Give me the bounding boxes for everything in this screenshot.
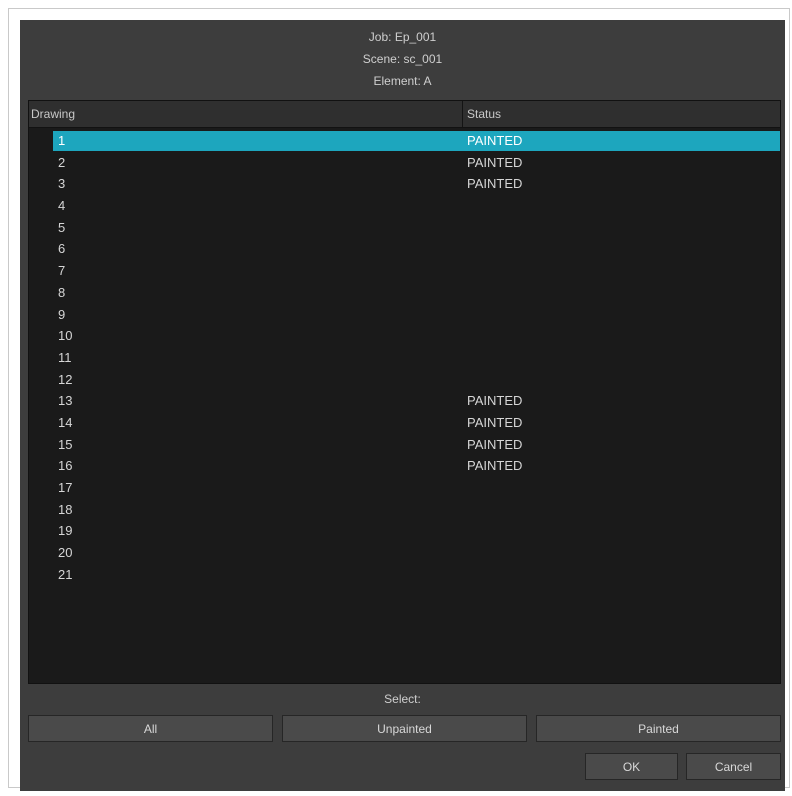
drawing-number: 9	[58, 306, 66, 322]
table-row[interactable]: 20	[29, 542, 780, 564]
select-painted-button[interactable]: Painted	[536, 715, 781, 742]
list-rows: 1 PAINTED 2 PAINTED 3 PAINTED 4 5 6 7 8 9 10 11 12 13 PA…	[29, 130, 780, 585]
drawing-number: 14	[58, 414, 73, 430]
select-drawings-dialog: Job: Ep_001 Scene: sc_001 Element: A Dra…	[20, 20, 785, 791]
select-label: Select:	[384, 692, 421, 706]
drawing-status: PAINTED	[467, 458, 523, 474]
table-row[interactable]: 11	[29, 347, 780, 369]
drawing-status: PAINTED	[467, 154, 523, 170]
column-header-drawing[interactable]: Drawing	[29, 101, 463, 127]
drawing-number: 2	[58, 154, 66, 170]
drawing-number: 7	[58, 263, 66, 279]
drawing-number: 18	[58, 501, 73, 517]
drawing-number: 10	[58, 328, 73, 344]
drawing-status: PAINTED	[467, 436, 523, 452]
drawing-status: PAINTED	[467, 414, 523, 430]
drawing-number: 17	[58, 480, 73, 495]
column-header-status[interactable]: Status	[463, 101, 780, 127]
element-label: Element: A	[373, 74, 432, 88]
table-row[interactable]: 2 PAINTED	[29, 152, 780, 174]
table-row[interactable]: 8	[29, 282, 780, 304]
selection-highlight	[53, 131, 780, 151]
table-row[interactable]: 7	[29, 260, 780, 282]
table-row[interactable]: 18	[29, 499, 780, 521]
drawing-number: 15	[58, 436, 73, 452]
table-row[interactable]: 10	[29, 325, 780, 347]
dialog-header: Job: Ep_001 Scene: sc_001 Element: A	[20, 20, 785, 100]
table-row[interactable]: 19	[29, 520, 780, 542]
table-row[interactable]: 17	[29, 477, 780, 499]
table-row[interactable]: 1 PAINTED	[29, 130, 780, 152]
table-row[interactable]: 14 PAINTED	[29, 412, 780, 434]
drawing-status: PAINTED	[467, 176, 523, 192]
cancel-button[interactable]: Cancel	[686, 753, 781, 780]
drawing-number: 6	[58, 241, 66, 257]
drawing-number: 5	[58, 219, 66, 235]
drawing-number: 4	[58, 198, 66, 214]
table-row[interactable]: 4	[29, 195, 780, 217]
drawing-status: PAINTED	[467, 393, 523, 409]
drawing-number: 20	[58, 545, 73, 561]
drawing-number: 13	[58, 393, 73, 409]
drawing-number: 21	[58, 566, 73, 582]
job-label: Job: Ep_001	[368, 30, 437, 44]
drawing-number: 19	[58, 523, 73, 539]
select-all-button[interactable]: All	[28, 715, 273, 742]
table-row[interactable]: 12	[29, 369, 780, 391]
drawing-number: 3	[58, 176, 66, 192]
table-row[interactable]: 3 PAINTED	[29, 173, 780, 195]
table-row[interactable]: 16 PAINTED	[29, 455, 780, 477]
drawing-status: PAINTED	[467, 133, 523, 148]
drawing-number: 8	[58, 284, 66, 300]
scene-label: Scene: sc_001	[362, 52, 443, 66]
table-row[interactable]: 9	[29, 304, 780, 326]
table-row[interactable]: 5	[29, 217, 780, 239]
drawing-number: 1	[58, 133, 66, 148]
drawing-number: 12	[58, 371, 73, 387]
table-row[interactable]: 13 PAINTED	[29, 390, 780, 412]
select-unpainted-button[interactable]: Unpainted	[282, 715, 527, 742]
column-header: Drawing Status	[29, 101, 780, 128]
table-row[interactable]: 6	[29, 238, 780, 260]
drawing-number: 16	[58, 458, 73, 474]
table-row[interactable]: 15 PAINTED	[29, 434, 780, 456]
ok-button[interactable]: OK	[585, 753, 678, 780]
table-row[interactable]: 21	[29, 564, 780, 586]
drawing-number: 11	[58, 349, 72, 365]
drawing-list[interactable]: Drawing Status 1 PAINTED 2 PAINTED 3 PAINTED 4…	[28, 100, 781, 684]
